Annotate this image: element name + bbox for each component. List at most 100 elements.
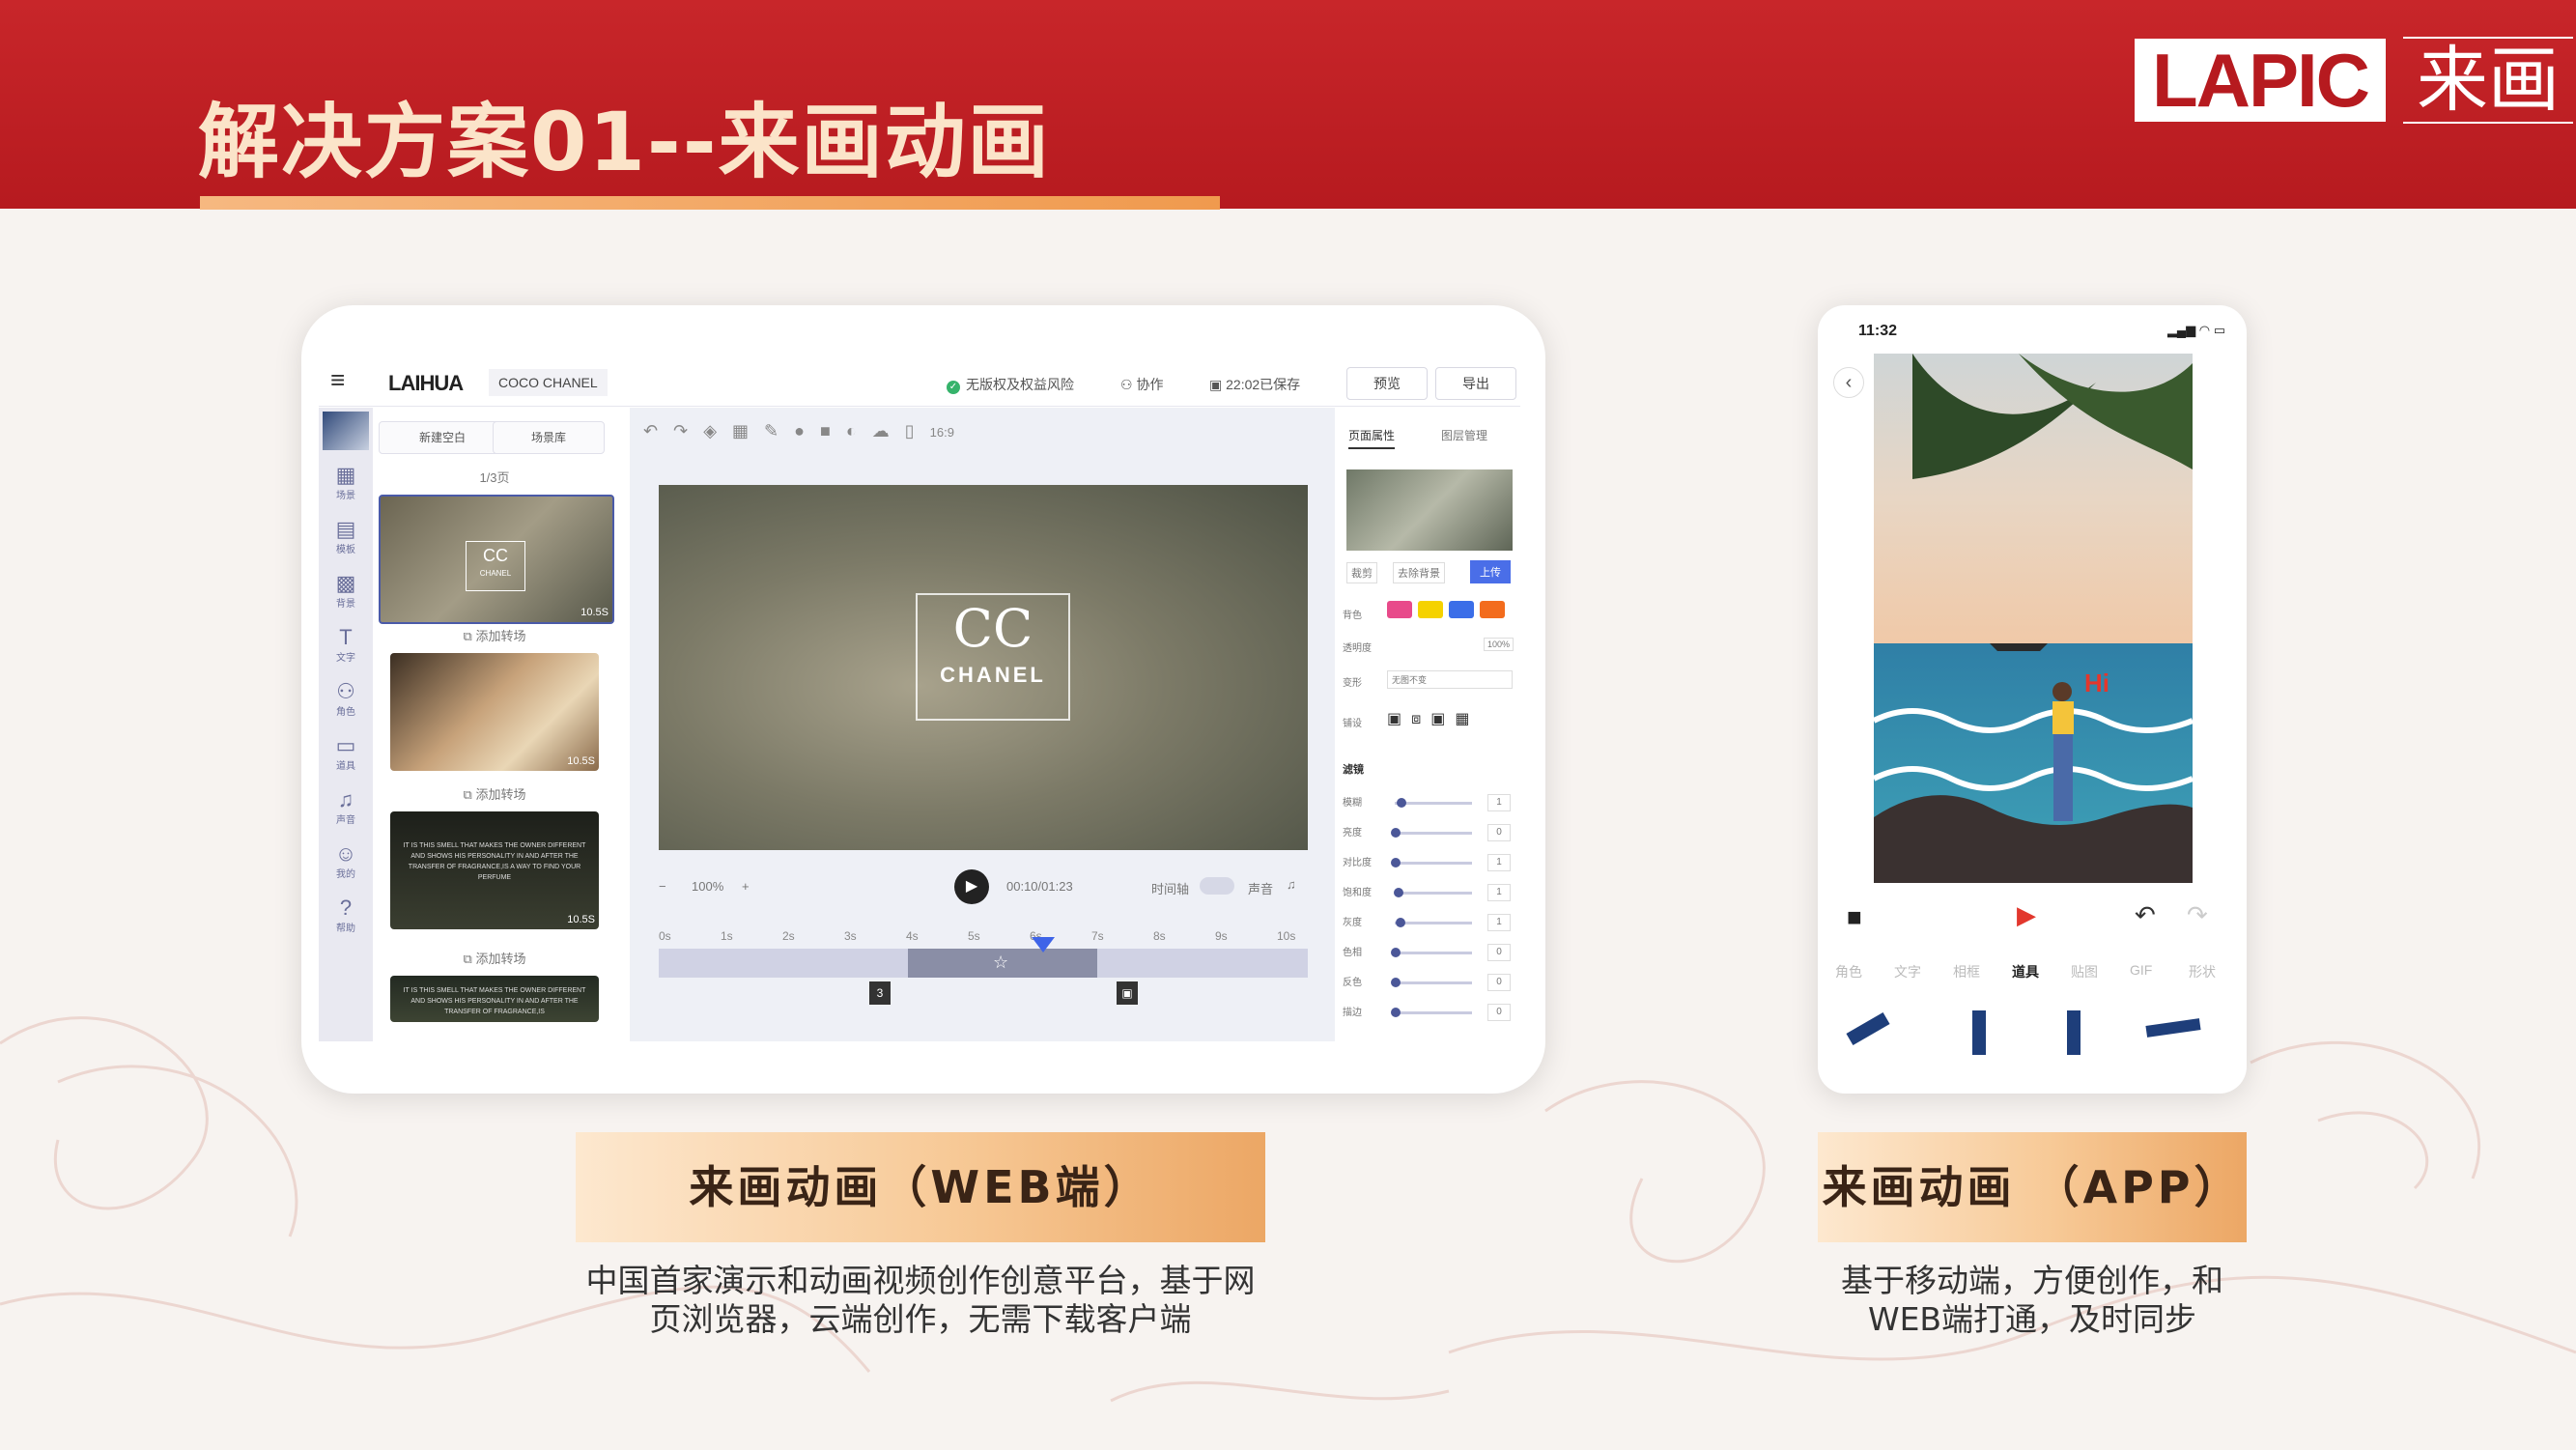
beach-scene-canvas[interactable]: Hi bbox=[1874, 354, 2193, 883]
scene-library-button[interactable]: 场景库 bbox=[493, 421, 605, 454]
play-icon[interactable]: ▶ bbox=[2017, 900, 2036, 930]
timeline-track[interactable]: ☆ bbox=[659, 937, 1308, 978]
opacity-label: 透明度 bbox=[1343, 643, 1372, 654]
color-swatch[interactable] bbox=[1449, 601, 1474, 618]
edit-toolbar[interactable]: ↶↷◈▦✎●■◐☁▯16:9 bbox=[643, 421, 954, 441]
color-swatch[interactable] bbox=[1480, 601, 1505, 618]
filter-value[interactable]: 1 bbox=[1487, 794, 1511, 811]
filter-slider[interactable] bbox=[1395, 1011, 1472, 1014]
slide-thumbnail[interactable]: IT IS THIS SMELL THAT MAKES THE OWNER DI… bbox=[390, 811, 599, 929]
transform-select[interactable]: 无图不变 bbox=[1387, 670, 1513, 689]
slider-knob[interactable] bbox=[1391, 828, 1401, 838]
sidebar-item[interactable]: ♫ 声音 bbox=[319, 788, 373, 827]
filter-slider[interactable] bbox=[1395, 832, 1472, 835]
new-blank-button[interactable]: 新建空白 bbox=[379, 421, 506, 454]
sidebar-item-label: 角色 bbox=[336, 707, 355, 718]
preview-button[interactable]: 预览 bbox=[1346, 367, 1428, 400]
opacity-value[interactable]: 100% bbox=[1484, 638, 1514, 651]
redo-icon[interactable]: ↷ bbox=[2187, 900, 2208, 930]
remove-bg-button[interactable]: 去除背景 bbox=[1393, 562, 1445, 583]
cc-logo-icon: CC bbox=[952, 598, 1033, 659]
export-button[interactable]: 导出 bbox=[1435, 367, 1516, 400]
timecode: 00:10/01:23 bbox=[1006, 879, 1073, 894]
phone-tab[interactable]: 文字 bbox=[1894, 962, 1921, 981]
phone-tab[interactable]: 相框 bbox=[1953, 962, 1980, 981]
add-transition-button[interactable]: ⧉ 添加转场 bbox=[379, 784, 610, 803]
menu-icon[interactable]: ≡ bbox=[330, 365, 345, 395]
slider-knob[interactable] bbox=[1391, 948, 1401, 957]
sidebar-item[interactable]: ? 帮助 bbox=[319, 896, 373, 935]
slider-knob[interactable] bbox=[1391, 1008, 1401, 1017]
collab-button[interactable]: ⚇ 协作 bbox=[1120, 375, 1163, 394]
upload-button[interactable]: 上传 bbox=[1470, 560, 1511, 583]
filter-value[interactable]: 0 bbox=[1487, 1004, 1511, 1021]
slider-knob[interactable] bbox=[1391, 978, 1401, 987]
doc-name[interactable]: COCO CHANEL bbox=[489, 369, 608, 396]
phone-tab[interactable]: 角色 bbox=[1835, 962, 1862, 981]
sidebar-item[interactable]: ▩ 背景 bbox=[319, 572, 373, 611]
sidebar-item[interactable]: ▭ 道具 bbox=[319, 734, 373, 773]
filter-slider[interactable] bbox=[1395, 862, 1472, 865]
filter-slider[interactable] bbox=[1395, 922, 1472, 924]
filter-value[interactable]: 1 bbox=[1487, 914, 1511, 931]
sidebar-item-label: 文字 bbox=[336, 653, 355, 664]
timeline-toggle[interactable] bbox=[1200, 877, 1234, 895]
tab-layer-management[interactable]: 图层管理 bbox=[1441, 427, 1487, 443]
phone-tab[interactable]: GIF bbox=[2130, 962, 2152, 978]
filter-value[interactable]: 0 bbox=[1487, 974, 1511, 991]
slide-thumbnail[interactable]: IT IS THIS SMELL THAT MAKES THE OWNER DI… bbox=[390, 976, 599, 1022]
zoom-in-button[interactable]: + bbox=[742, 879, 750, 894]
phone-tab[interactable]: 道具 bbox=[2012, 962, 2039, 981]
page-count: 1/3页 bbox=[479, 470, 510, 485]
filter-value[interactable]: 1 bbox=[1487, 884, 1511, 901]
sidebar-item-label: 道具 bbox=[336, 761, 355, 772]
lock-icon[interactable]: ■ bbox=[1847, 902, 1862, 932]
slider-knob[interactable] bbox=[1395, 918, 1405, 927]
sidebar-item[interactable]: ▦ 场景 bbox=[319, 464, 373, 502]
filter-slider[interactable] bbox=[1395, 952, 1472, 954]
avatar[interactable] bbox=[323, 412, 369, 450]
filter-slider[interactable] bbox=[1395, 892, 1472, 895]
music-icon[interactable]: ♫ bbox=[1287, 877, 1296, 892]
play-button[interactable]: ▶ bbox=[954, 869, 989, 904]
slide-text: IT IS THIS SMELL THAT MAKES THE OWNER DI… bbox=[403, 987, 586, 1015]
slider-knob[interactable] bbox=[1397, 798, 1407, 808]
keyframe-marker[interactable]: 3 bbox=[869, 981, 891, 1005]
star-icon[interactable]: ☆ bbox=[993, 952, 1008, 973]
hand-prop-item[interactable] bbox=[1846, 1011, 1890, 1046]
filter-slider[interactable] bbox=[1395, 981, 1472, 984]
filter-value[interactable]: 1 bbox=[1487, 854, 1511, 871]
filter-label: 饱和度 bbox=[1343, 888, 1372, 898]
slide-thumbnail[interactable]: 10.5S bbox=[390, 653, 599, 771]
hand-prop-item[interactable] bbox=[2145, 1018, 2201, 1038]
canvas-stage[interactable]: CC CHANEL bbox=[659, 485, 1308, 850]
timeline-tick: 10s bbox=[1277, 929, 1296, 943]
slide-thumbnail[interactable]: CC CHANEL 10.5S bbox=[379, 495, 614, 624]
position-icons[interactable]: ▣⧈▣▦ bbox=[1387, 709, 1480, 728]
color-swatch[interactable] bbox=[1418, 601, 1443, 618]
app-description: 基于移动端，方便创作，和 WEB端打通，及时同步 bbox=[1779, 1262, 2285, 1339]
hand-prop-item[interactable] bbox=[2067, 1010, 2081, 1055]
phone-tab[interactable]: 贴图 bbox=[2071, 962, 2098, 981]
sidebar-item[interactable]: ☺ 我的 bbox=[319, 842, 373, 881]
add-transition-button[interactable]: ⧉ 添加转场 bbox=[379, 949, 610, 967]
playhead[interactable] bbox=[1032, 937, 1055, 952]
undo-icon[interactable]: ↶ bbox=[2135, 900, 2156, 930]
filter-value[interactable]: 0 bbox=[1487, 824, 1511, 841]
sidebar-item[interactable]: ⚇ 角色 bbox=[319, 680, 373, 719]
sidebar-item[interactable]: ▤ 模板 bbox=[319, 518, 373, 556]
phone-tab[interactable]: 形状 bbox=[2189, 962, 2216, 981]
add-transition-button[interactable]: ⧉ 添加转场 bbox=[379, 626, 610, 644]
filter-value[interactable]: 0 bbox=[1487, 944, 1511, 961]
slider-knob[interactable] bbox=[1394, 888, 1404, 897]
chanel-logo[interactable]: CC CHANEL bbox=[916, 593, 1070, 721]
sidebar-item[interactable]: T 文字 bbox=[319, 626, 373, 665]
color-swatch[interactable] bbox=[1387, 601, 1412, 618]
zoom-out-button[interactable]: − bbox=[659, 879, 666, 894]
keyframe-icon[interactable]: ▣ bbox=[1117, 981, 1138, 1005]
tab-page-properties[interactable]: 页面属性 bbox=[1348, 427, 1396, 449]
slider-knob[interactable] bbox=[1391, 858, 1401, 867]
crop-button[interactable]: 裁剪 bbox=[1346, 562, 1377, 583]
back-icon[interactable]: ‹ bbox=[1833, 367, 1864, 398]
hand-prop-item[interactable] bbox=[1972, 1010, 1986, 1055]
